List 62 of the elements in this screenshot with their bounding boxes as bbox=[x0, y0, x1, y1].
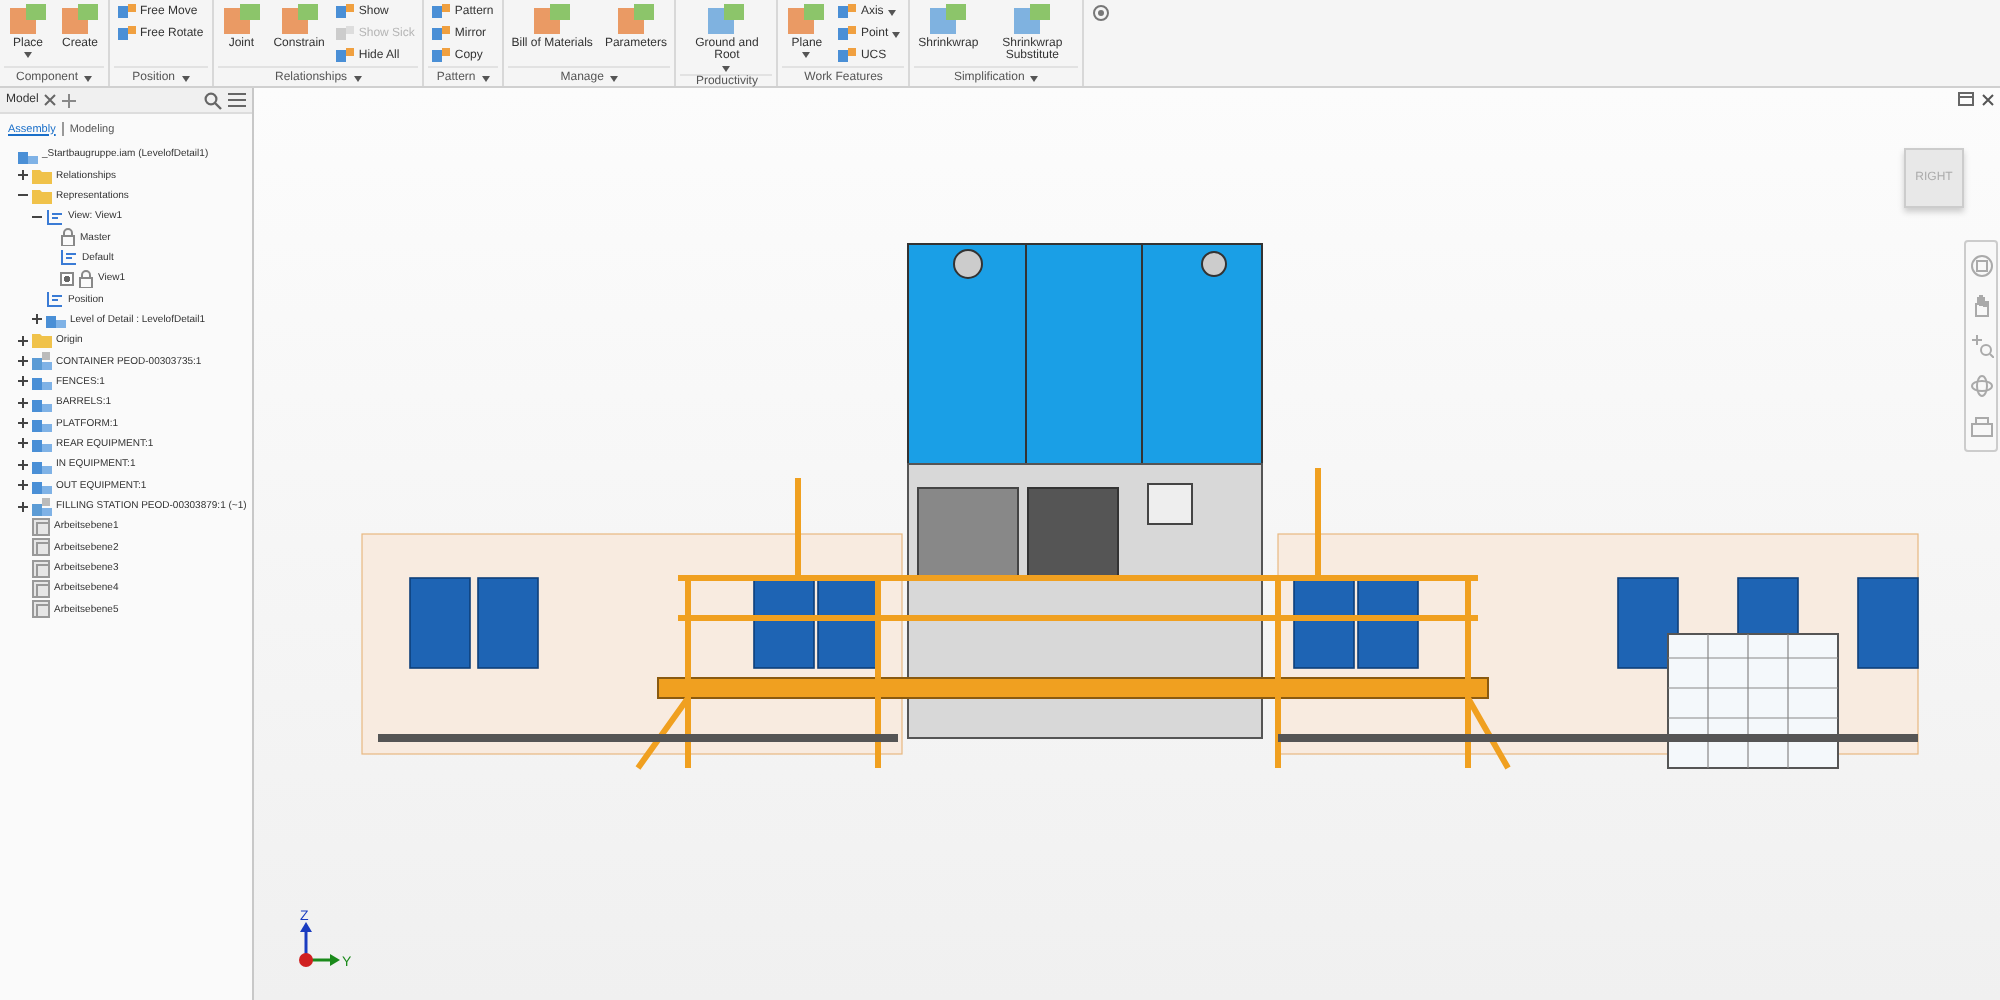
caret-icon bbox=[609, 75, 618, 81]
caret-icon bbox=[1030, 75, 1039, 81]
tool-icon bbox=[706, 2, 747, 38]
caret-icon bbox=[802, 52, 811, 59]
restore-icon[interactable] bbox=[1958, 92, 1974, 106]
tool-icon bbox=[1012, 2, 1053, 38]
tool-icon bbox=[432, 25, 451, 41]
tool-icon bbox=[615, 2, 656, 38]
assembly-icon bbox=[32, 414, 52, 433]
tool-icon bbox=[60, 2, 100, 38]
expand-icon[interactable] bbox=[17, 480, 27, 491]
add-tab-icon[interactable] bbox=[62, 93, 77, 107]
caret-icon bbox=[481, 75, 490, 81]
assembly-icon bbox=[32, 476, 52, 495]
tool-icon bbox=[8, 2, 48, 38]
lock-icon bbox=[60, 228, 76, 247]
tool-icon bbox=[336, 3, 355, 19]
tool-icon bbox=[118, 3, 136, 19]
folder-icon bbox=[32, 332, 52, 349]
menu-icon[interactable] bbox=[228, 92, 246, 108]
tool-icon bbox=[786, 2, 827, 38]
tool-icon bbox=[432, 47, 451, 63]
tool-icon bbox=[532, 2, 573, 38]
tool-icon bbox=[928, 2, 969, 38]
tool-icon bbox=[838, 25, 857, 41]
close-icon[interactable] bbox=[44, 94, 57, 106]
checkbox[interactable] bbox=[60, 271, 74, 286]
caret-icon bbox=[353, 75, 362, 81]
caret-icon bbox=[181, 75, 190, 81]
caret-icon bbox=[84, 75, 93, 81]
caret-icon bbox=[24, 52, 32, 59]
assembly-icon bbox=[46, 310, 66, 329]
expand-icon[interactable] bbox=[17, 459, 27, 470]
close-icon[interactable] bbox=[1982, 93, 1994, 105]
part-icon bbox=[32, 497, 52, 516]
lock-icon bbox=[78, 269, 94, 288]
tool-icon bbox=[838, 47, 857, 63]
tool-icon bbox=[336, 47, 355, 63]
caret-icon bbox=[887, 9, 896, 15]
search-icon[interactable] bbox=[204, 91, 222, 109]
expand-icon[interactable] bbox=[17, 418, 27, 429]
part-icon bbox=[32, 352, 52, 371]
view-icon bbox=[46, 207, 64, 226]
expand-icon[interactable] bbox=[17, 170, 27, 181]
collapse-icon[interactable] bbox=[17, 190, 27, 201]
expand-icon[interactable] bbox=[17, 397, 27, 408]
collapse-icon[interactable] bbox=[31, 211, 41, 222]
assembly-icon bbox=[32, 434, 52, 453]
tool-icon bbox=[118, 25, 136, 41]
assembly-icon bbox=[32, 372, 52, 391]
view-icon bbox=[46, 290, 64, 309]
expand-icon[interactable] bbox=[17, 356, 27, 367]
tool-icon bbox=[838, 3, 857, 19]
view-icon bbox=[60, 248, 78, 267]
tool-icon bbox=[221, 2, 262, 38]
expand-icon[interactable] bbox=[17, 335, 27, 346]
caret-icon bbox=[892, 31, 901, 37]
caret-icon bbox=[722, 65, 731, 72]
tool-icon bbox=[279, 2, 320, 38]
tool-icon bbox=[336, 25, 355, 41]
settings-icon[interactable] bbox=[1092, 4, 1111, 22]
tool-icon bbox=[432, 3, 451, 19]
